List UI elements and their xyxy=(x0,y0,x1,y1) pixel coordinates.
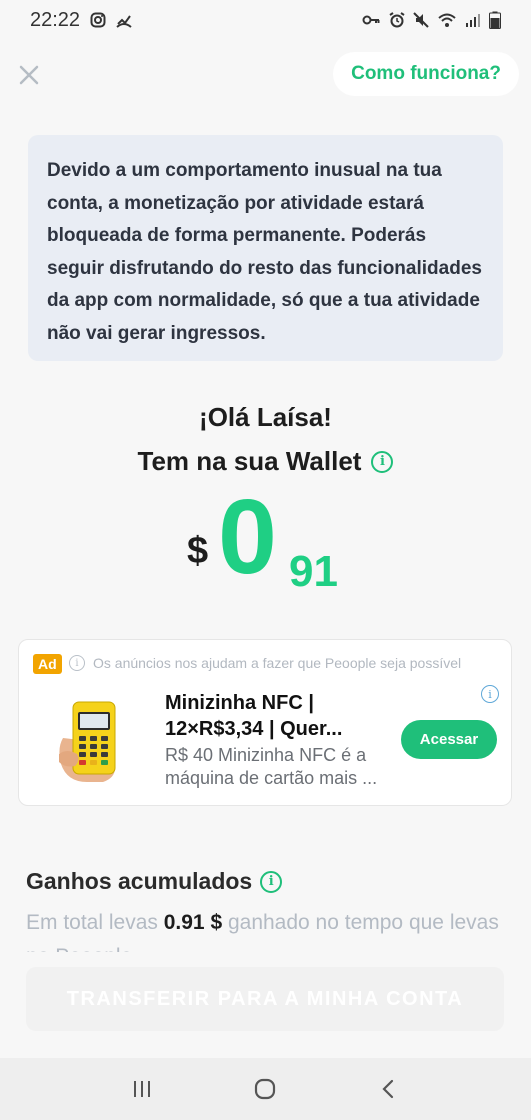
ad-choices-icon[interactable]: i xyxy=(481,685,499,703)
wallet-label-row: Tem na sua Wallet i xyxy=(0,446,531,477)
status-time: 22:22 xyxy=(30,8,81,31)
monetization-blocked-notice: Devido a um comportamento inusual na tua… xyxy=(28,135,503,361)
signal-icon xyxy=(466,14,480,27)
system-nav-bar xyxy=(0,1058,531,1120)
earnings-title-row: Ganhos acumulados i xyxy=(26,868,283,895)
status-right xyxy=(361,11,501,29)
earnings-text-before: Em total levas xyxy=(26,911,164,934)
card-machine-image[interactable] xyxy=(57,698,137,784)
ad-disclaimer-info-icon: i xyxy=(69,655,85,671)
balance-currency: $ xyxy=(187,530,209,572)
home-icon xyxy=(255,1078,276,1100)
ad-title[interactable]: Minizinha NFC | 12×R$3,34 | Quer... xyxy=(165,690,391,742)
status-bar: 22:22 xyxy=(0,0,531,40)
ad-description: R$ 40 Minizinha NFC é a máquina de cartã… xyxy=(165,745,378,788)
earnings-summary: Em total levas 0.91 $ ganhado no tempo q… xyxy=(26,906,506,952)
ad-cta-button[interactable]: Acessar xyxy=(401,720,497,759)
recent-apps-button[interactable] xyxy=(122,1069,162,1109)
ad-badge: Ad xyxy=(33,654,62,674)
alarm-icon xyxy=(389,12,405,28)
ad-card[interactable]: Ad i Os anúncios nos ajudam a fazer que … xyxy=(18,639,512,806)
back-icon xyxy=(382,1079,394,1099)
wallet-balance: $ 0 91 xyxy=(0,484,531,610)
vpn-key-icon xyxy=(362,15,380,25)
wifi-icon xyxy=(438,13,456,27)
back-button[interactable] xyxy=(369,1069,409,1109)
close-button[interactable] xyxy=(14,60,44,90)
ad-disclaimer: Os anúncios nos ajudam a fazer que Peoop… xyxy=(93,655,462,671)
battery-icon xyxy=(489,11,501,29)
earnings-info-icon[interactable]: i xyxy=(260,870,283,893)
wallet-info-icon[interactable]: i xyxy=(371,450,394,473)
close-icon xyxy=(19,65,39,85)
transfer-button[interactable]: TRANSFERIR PARA A MINHA CONTA xyxy=(26,967,504,1031)
earnings-title: Ganhos acumulados xyxy=(26,868,253,894)
scroll-fade xyxy=(0,952,531,968)
balance-integer: 0 xyxy=(218,478,277,596)
how-it-works-button[interactable]: Como funciona? xyxy=(333,52,519,96)
recent-apps-icon xyxy=(133,1081,150,1097)
home-button[interactable] xyxy=(245,1069,285,1109)
greeting-title: ¡Olá Laísa! xyxy=(199,402,332,432)
balance-decimals: 91 xyxy=(289,547,338,596)
missed-call-icon xyxy=(116,15,132,28)
instagram-icon xyxy=(90,12,106,28)
earnings-amount: 0.91 $ xyxy=(163,911,223,934)
wallet-label: Tem na sua Wallet xyxy=(137,446,362,476)
mute-icon xyxy=(413,12,429,28)
status-left: 22:22 xyxy=(30,9,132,32)
